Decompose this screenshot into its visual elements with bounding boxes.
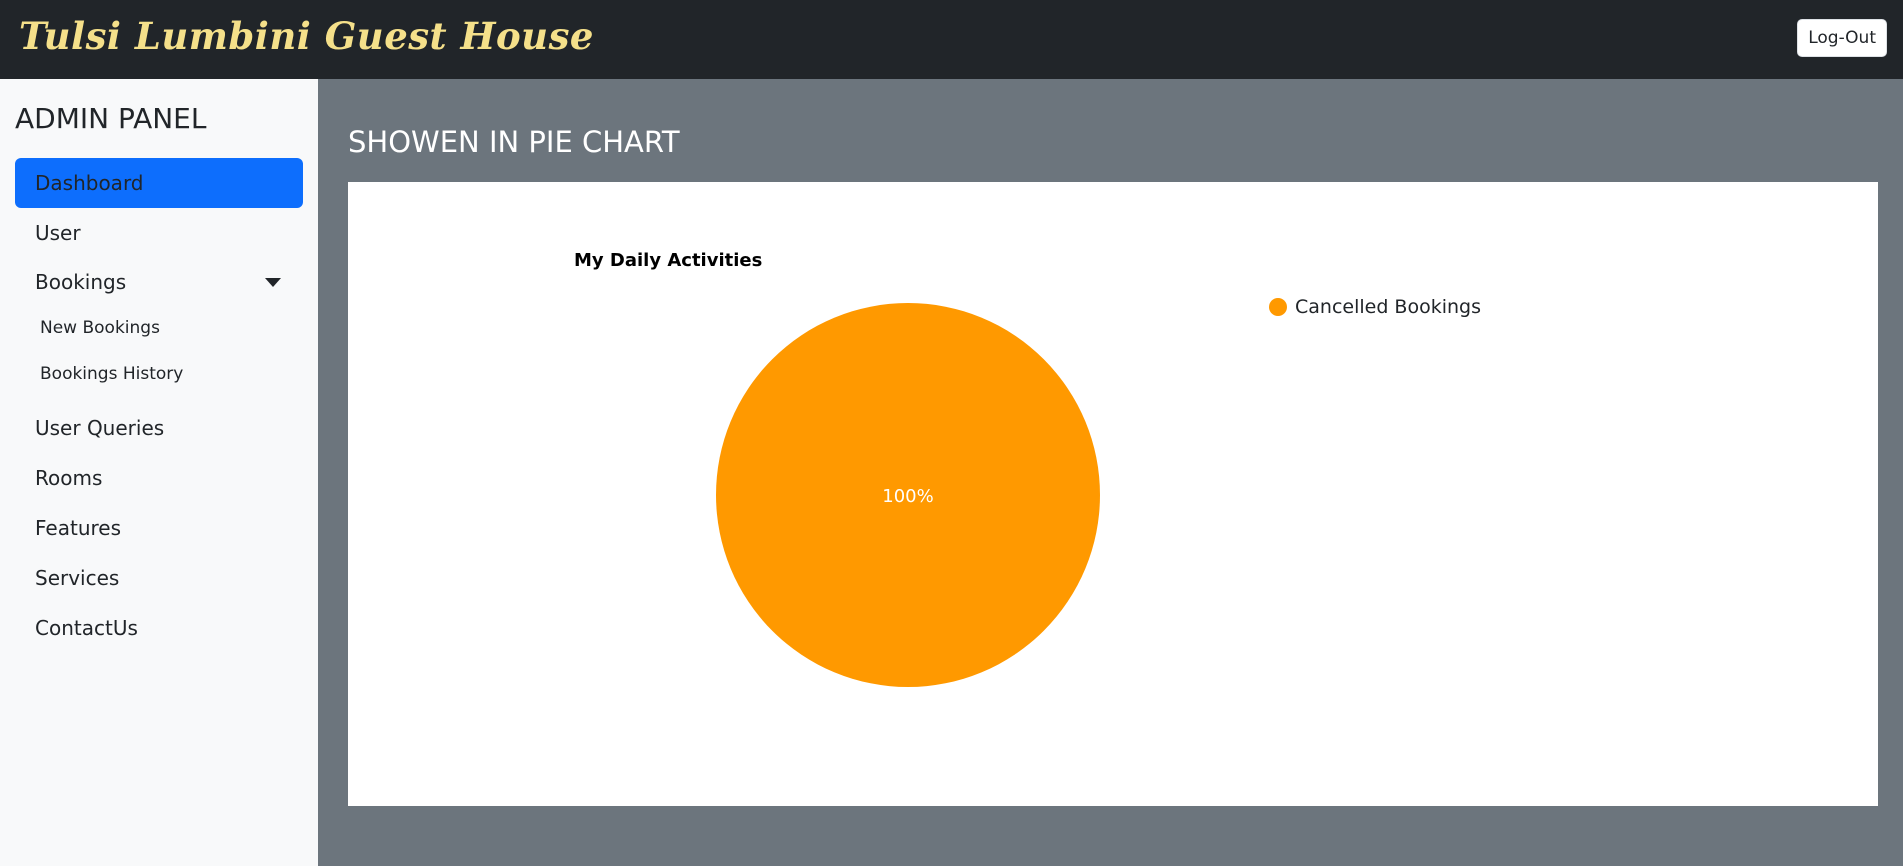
pie-chart: 100% <box>716 303 1100 687</box>
sidebar-item-bookings[interactable]: Bookings <box>15 257 303 307</box>
sidebar-item-label: User <box>35 221 81 245</box>
legend-label: Cancelled Bookings <box>1295 296 1482 318</box>
sidebar-item-label: Features <box>35 516 121 540</box>
sidebar-item-label: ContactUs <box>35 616 138 640</box>
pie-slice-data-label: 100% <box>882 486 933 507</box>
sidebar-item-label: User Queries <box>35 416 165 440</box>
legend-swatch <box>1269 298 1287 316</box>
sidebar-subitem-new-bookings[interactable]: New Bookings <box>40 318 160 338</box>
top-navbar: Tulsi Lumbini Guest House Log-Out <box>0 0 1903 79</box>
sidebar-item-features[interactable]: Features <box>15 503 303 553</box>
admin-panel-title: ADMIN PANEL <box>15 102 207 135</box>
sidebar-item-label: Services <box>35 566 120 590</box>
sidebar-item-services[interactable]: Services <box>15 553 303 603</box>
logout-button[interactable]: Log-Out <box>1797 19 1887 57</box>
sidebar-item-contactus[interactable]: ContactUs <box>15 603 303 653</box>
chart-card: My Daily Activities 100% Cancelled Booki… <box>348 182 1878 806</box>
admin-sidebar: ADMIN PANEL Dashboard User Bookings New … <box>0 79 318 866</box>
sidebar-item-label: Bookings <box>35 270 127 294</box>
site-brand[interactable]: Tulsi Lumbini Guest House <box>19 14 594 58</box>
sidebar-item-user-queries[interactable]: User Queries <box>15 403 303 453</box>
sidebar-subitem-bookings-history[interactable]: Bookings History <box>40 364 183 384</box>
sidebar-item-label: Rooms <box>35 466 103 490</box>
sidebar-item-label: Dashboard <box>35 171 144 195</box>
caret-down-icon <box>265 278 281 287</box>
page-title: SHOWEN IN PIE CHART <box>348 125 680 159</box>
sidebar-item-dashboard[interactable]: Dashboard <box>15 158 303 208</box>
sidebar-item-user[interactable]: User <box>15 208 303 258</box>
sidebar-item-rooms[interactable]: Rooms <box>15 453 303 503</box>
chart-legend[interactable]: Cancelled Bookings <box>1269 296 1481 318</box>
